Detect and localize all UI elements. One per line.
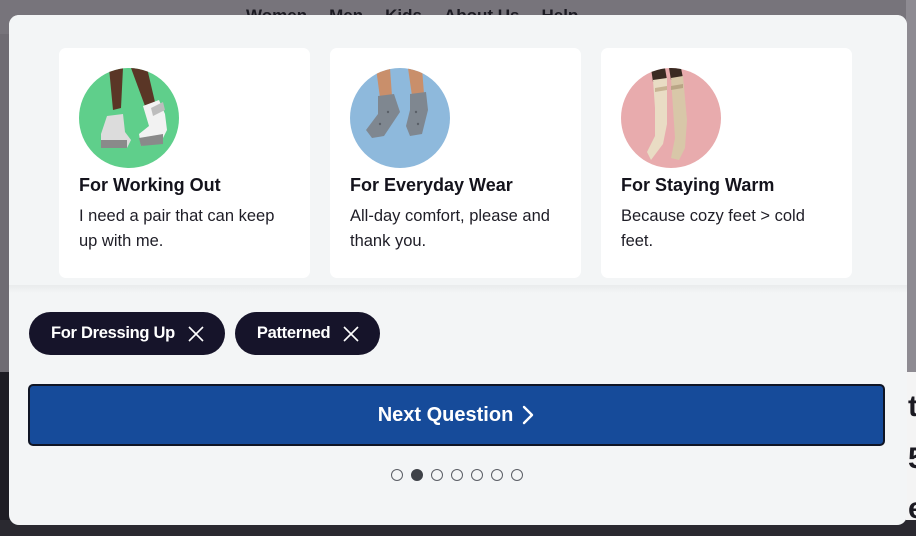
progress-dot[interactable] — [511, 469, 523, 481]
progress-dots — [391, 469, 523, 481]
athletic-socks-illustration — [79, 68, 179, 168]
card-title: For Staying Warm — [621, 175, 775, 195]
option-card-staying-warm[interactable]: For Staying Warm Because cozy feet > col… — [601, 48, 852, 278]
section-divider — [9, 285, 907, 293]
progress-dot[interactable] — [471, 469, 483, 481]
card-description: All-day comfort, please and thank you. — [350, 207, 550, 250]
next-question-button[interactable]: Next Question — [28, 384, 885, 446]
chip-label: Patterned — [256, 324, 331, 342]
calf-socks-illustration — [621, 68, 721, 168]
close-icon[interactable] — [342, 325, 360, 343]
close-icon[interactable] — [187, 325, 205, 343]
card-title: For Everyday Wear — [350, 175, 513, 195]
quiz-modal: For Working Out I need a pair that can k… — [9, 15, 907, 525]
option-card-working-out[interactable]: For Working Out I need a pair that can k… — [59, 48, 310, 278]
chip-label: For Dressing Up — [51, 324, 175, 342]
progress-dot-active[interactable] — [411, 469, 423, 481]
next-question-label: Next Question — [377, 403, 514, 426]
background-text-fragment: t — [908, 390, 916, 423]
progress-dot[interactable] — [491, 469, 503, 481]
background-text-fragment: 5 — [908, 444, 916, 474]
ankle-socks-illustration — [350, 68, 450, 168]
filter-chip-patterned[interactable]: Patterned — [234, 312, 381, 355]
chevron-right-icon — [521, 405, 535, 425]
option-card-everyday-wear[interactable]: For Everyday Wear All-day comfort, pleas… — [330, 48, 581, 278]
card-description: I need a pair that can keep up with me. — [79, 207, 275, 250]
card-description: Because cozy feet > cold feet. — [621, 207, 805, 250]
selected-filters: For Dressing Up Patterned — [29, 312, 381, 355]
progress-dot[interactable] — [451, 469, 463, 481]
progress-dot[interactable] — [431, 469, 443, 481]
progress-dot[interactable] — [391, 469, 403, 481]
option-cards-row: For Working Out I need a pair that can k… — [9, 15, 907, 292]
filter-chip-dressing-up[interactable]: For Dressing Up — [29, 312, 225, 355]
card-title: For Working Out — [79, 175, 221, 195]
